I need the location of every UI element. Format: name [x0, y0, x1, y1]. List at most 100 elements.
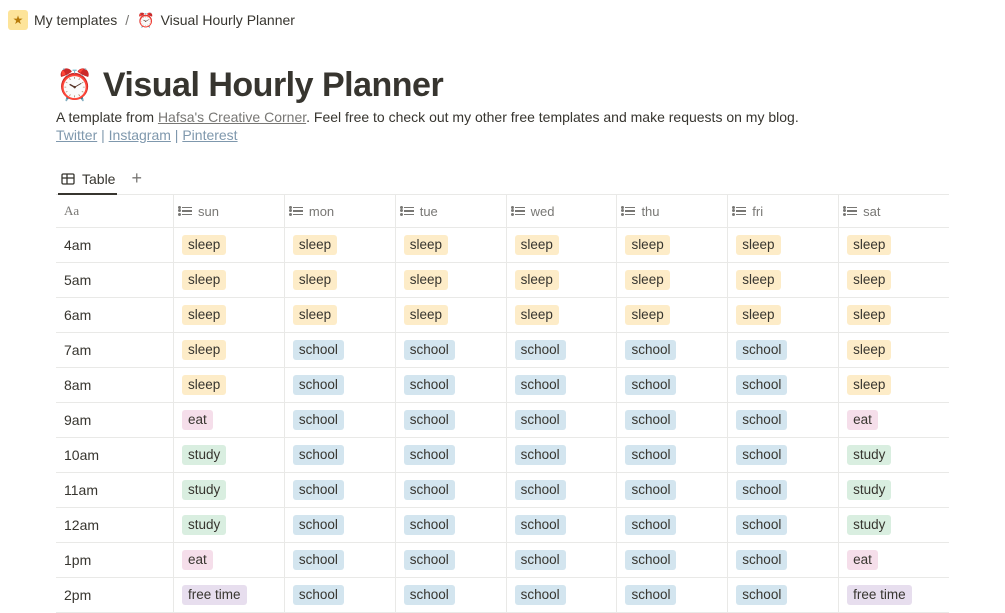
activity-cell[interactable]: sleep [396, 298, 507, 332]
activity-cell[interactable]: school [617, 543, 728, 577]
activity-cell[interactable]: school [507, 438, 618, 472]
instagram-link[interactable]: Instagram [109, 127, 171, 143]
activity-cell[interactable]: school [285, 333, 396, 367]
breadcrumb-root[interactable]: My templates [34, 12, 117, 28]
activity-cell[interactable]: school [507, 333, 618, 367]
pinterest-link[interactable]: Pinterest [182, 127, 237, 143]
activity-cell[interactable]: school [617, 333, 728, 367]
activity-cell[interactable]: school [285, 368, 396, 402]
activity-cell[interactable]: sleep [174, 263, 285, 297]
time-cell[interactable]: 2pm [56, 578, 174, 612]
author-link[interactable]: Hafsa's Creative Corner [158, 109, 306, 125]
activity-cell[interactable]: study [174, 473, 285, 507]
activity-cell[interactable]: study [839, 508, 949, 542]
activity-cell[interactable]: sleep [839, 368, 949, 402]
activity-cell[interactable]: school [728, 508, 839, 542]
activity-cell[interactable]: sleep [174, 333, 285, 367]
activity-cell[interactable]: school [396, 473, 507, 507]
activity-cell[interactable]: sleep [839, 228, 949, 262]
time-cell[interactable]: 7am [56, 333, 174, 367]
activity-cell[interactable]: study [174, 438, 285, 472]
activity-cell[interactable]: school [507, 403, 618, 437]
column-header-mon[interactable]: mon [285, 195, 396, 227]
activity-cell[interactable]: sleep [396, 228, 507, 262]
activity-cell[interactable]: school [285, 403, 396, 437]
activity-cell[interactable]: school [396, 368, 507, 402]
time-cell[interactable]: 5am [56, 263, 174, 297]
activity-cell[interactable]: sleep [839, 263, 949, 297]
activity-cell[interactable]: school [728, 368, 839, 402]
tab-table[interactable]: Table [58, 165, 117, 195]
activity-cell[interactable]: eat [839, 543, 949, 577]
activity-cell[interactable]: school [396, 438, 507, 472]
activity-cell[interactable]: school [396, 403, 507, 437]
activity-cell[interactable]: sleep [507, 228, 618, 262]
activity-cell[interactable]: sleep [174, 228, 285, 262]
activity-cell[interactable]: school [728, 543, 839, 577]
activity-cell[interactable]: sleep [174, 368, 285, 402]
activity-cell[interactable]: eat [839, 403, 949, 437]
activity-cell[interactable]: school [728, 438, 839, 472]
activity-cell[interactable]: sleep [617, 298, 728, 332]
activity-cell[interactable]: school [617, 578, 728, 612]
time-cell[interactable]: 10am [56, 438, 174, 472]
column-header-sat[interactable]: sat [839, 195, 949, 227]
activity-cell[interactable]: school [396, 333, 507, 367]
column-header-sun[interactable]: sun [174, 195, 285, 227]
activity-cell[interactable]: school [728, 403, 839, 437]
activity-cell[interactable]: study [839, 473, 949, 507]
activity-cell[interactable]: study [174, 508, 285, 542]
activity-cell[interactable]: sleep [507, 298, 618, 332]
activity-cell[interactable]: sleep [285, 298, 396, 332]
activity-cell[interactable]: school [285, 438, 396, 472]
time-cell[interactable]: 11am [56, 473, 174, 507]
activity-cell[interactable]: sleep [728, 263, 839, 297]
activity-cell[interactable]: school [617, 473, 728, 507]
activity-cell[interactable]: school [396, 508, 507, 542]
time-cell[interactable]: 1pm [56, 543, 174, 577]
add-view-button[interactable]: + [131, 169, 142, 191]
column-header-title[interactable]: Aa [56, 195, 174, 227]
activity-cell[interactable]: school [285, 473, 396, 507]
activity-cell[interactable]: school [285, 578, 396, 612]
activity-cell[interactable]: school [285, 543, 396, 577]
activity-cell[interactable]: sleep [617, 263, 728, 297]
activity-cell[interactable]: free time [839, 578, 949, 612]
activity-cell[interactable]: school [507, 473, 618, 507]
activity-cell[interactable]: school [617, 438, 728, 472]
activity-cell[interactable]: school [728, 473, 839, 507]
activity-cell[interactable]: sleep [285, 263, 396, 297]
time-cell[interactable]: 8am [56, 368, 174, 402]
activity-cell[interactable]: school [617, 508, 728, 542]
activity-cell[interactable]: eat [174, 403, 285, 437]
time-cell[interactable]: 12am [56, 508, 174, 542]
activity-cell[interactable]: eat [174, 543, 285, 577]
activity-cell[interactable]: school [507, 543, 618, 577]
column-header-thu[interactable]: thu [617, 195, 728, 227]
activity-cell[interactable]: free time [174, 578, 285, 612]
activity-cell[interactable]: sleep [839, 333, 949, 367]
activity-cell[interactable]: school [507, 368, 618, 402]
time-cell[interactable]: 6am [56, 298, 174, 332]
activity-cell[interactable]: school [507, 578, 618, 612]
time-cell[interactable]: 9am [56, 403, 174, 437]
activity-cell[interactable]: school [728, 333, 839, 367]
activity-cell[interactable]: sleep [617, 228, 728, 262]
activity-cell[interactable]: sleep [174, 298, 285, 332]
time-cell[interactable]: 4am [56, 228, 174, 262]
column-header-tue[interactable]: tue [396, 195, 507, 227]
activity-cell[interactable]: school [728, 578, 839, 612]
activity-cell[interactable]: sleep [285, 228, 396, 262]
activity-cell[interactable]: school [285, 508, 396, 542]
activity-cell[interactable]: sleep [728, 228, 839, 262]
activity-cell[interactable]: study [839, 438, 949, 472]
breadcrumb-current[interactable]: Visual Hourly Planner [161, 12, 295, 28]
activity-cell[interactable]: sleep [396, 263, 507, 297]
column-header-fri[interactable]: fri [728, 195, 839, 227]
activity-cell[interactable]: school [617, 368, 728, 402]
twitter-link[interactable]: Twitter [56, 127, 97, 143]
activity-cell[interactable]: sleep [839, 298, 949, 332]
activity-cell[interactable]: sleep [507, 263, 618, 297]
column-header-wed[interactable]: wed [507, 195, 618, 227]
activity-cell[interactable]: school [396, 578, 507, 612]
